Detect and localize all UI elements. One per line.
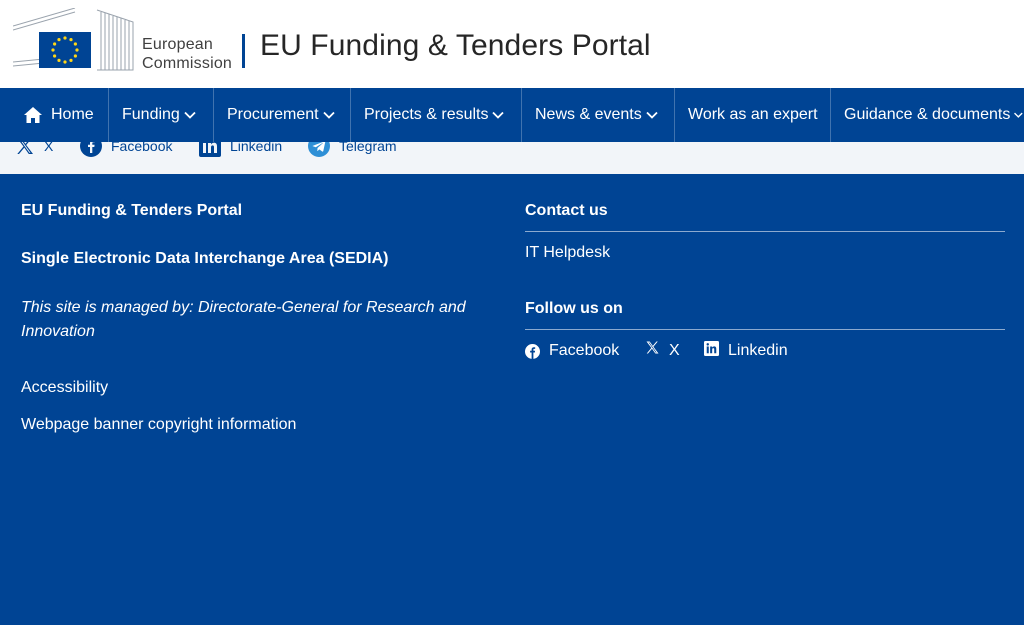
eu-star-icon — [69, 38, 73, 42]
share-x-link[interactable]: X — [15, 142, 53, 156]
nav-item-projects-results[interactable]: Projects & results — [351, 88, 522, 142]
eu-flag-icon — [12, 7, 137, 72]
contact-us-heading: Contact us — [525, 202, 608, 219]
follow-linkedin-link[interactable]: Linkedin — [704, 340, 788, 362]
share-label: X — [44, 142, 54, 154]
chevron-down-icon — [492, 111, 505, 119]
chevron-down-icon — [646, 111, 658, 119]
eu-star-icon — [53, 54, 57, 58]
share-label: Telegram — [339, 142, 397, 154]
telegram-icon — [308, 142, 330, 157]
it-helpdesk-link[interactable]: IT Helpdesk — [525, 244, 610, 262]
nav-label: Funding — [122, 106, 180, 123]
follow-label: Facebook — [549, 342, 620, 359]
european-commission-logo[interactable]: European Commission — [12, 7, 245, 73]
logo-line-commission: Commission — [142, 55, 233, 72]
follow-us-heading: Follow us on — [525, 300, 623, 317]
share-label: Linkedin — [230, 142, 283, 154]
linkedin-icon — [199, 142, 221, 157]
share-linkedin-link[interactable]: Linkedin — [199, 142, 283, 157]
chevron-down-icon — [1014, 112, 1023, 118]
footer-sedia-title: Single Electronic Data Interchange Area … — [21, 250, 389, 267]
eu-star-icon — [69, 58, 73, 62]
nav-label: Home — [51, 106, 94, 123]
nav-label: Projects & results — [364, 106, 489, 123]
nav-item-guidance-documents[interactable]: Guidance & documents — [831, 88, 1024, 142]
accessibility-link[interactable]: Accessibility — [21, 379, 108, 397]
chevron-down-icon — [184, 111, 196, 119]
nav-item-home[interactable]: Home — [10, 88, 109, 142]
logo-divider — [242, 34, 245, 68]
facebook-icon — [525, 343, 540, 359]
follow-label: X — [669, 342, 680, 359]
share-label: Facebook — [111, 142, 173, 154]
main-navigation: Home Funding Procurement Projects & resu… — [0, 88, 1024, 142]
share-facebook-link[interactable]: Facebook — [80, 142, 173, 157]
nav-label: Guidance & documents — [844, 106, 1011, 123]
nav-item-procurement[interactable]: Procurement — [214, 88, 351, 142]
logo-line-european: European — [142, 36, 213, 53]
eu-star-icon — [57, 38, 61, 42]
nav-item-funding[interactable]: Funding — [109, 88, 214, 142]
nav-label: News & events — [535, 106, 642, 123]
eu-star-icon — [75, 48, 79, 52]
follow-x-link[interactable]: X — [645, 340, 680, 362]
eu-star-icon — [63, 60, 67, 64]
site-header: European Commission EU Funding & Tenders… — [0, 0, 1024, 88]
eu-star-icon — [73, 54, 77, 58]
site-footer: EU Funding & Tenders Portal Single Elect… — [0, 174, 1024, 625]
eu-star-icon — [53, 42, 57, 46]
banner-copyright-link[interactable]: Webpage banner copyright information — [21, 416, 296, 434]
x-icon — [646, 341, 659, 353]
eu-star-icon — [51, 48, 55, 52]
page-title: EU Funding & Tenders Portal — [260, 29, 651, 62]
share-telegram-link[interactable]: Telegram — [308, 142, 397, 157]
footer-managed-by: This site is managed by: Directorate-Gen… — [21, 299, 466, 340]
logo-wordmark: European Commission — [142, 35, 232, 73]
follow-divider — [525, 329, 1005, 330]
eu-star-icon — [73, 42, 77, 46]
x-icon — [17, 142, 33, 154]
eu-star-icon — [57, 58, 61, 62]
linkedin-icon — [704, 340, 719, 356]
nav-item-work-as-expert[interactable]: Work as an expert — [675, 88, 831, 142]
eu-star-icon — [63, 36, 67, 40]
follow-label: Linkedin — [728, 342, 788, 359]
nav-item-news-events[interactable]: News & events — [522, 88, 675, 142]
footer-portal-title: EU Funding & Tenders Portal — [21, 202, 243, 219]
nav-label: Procurement — [227, 106, 319, 123]
nav-label: Work as an expert — [688, 106, 818, 123]
social-share-strip: X Facebook Linkedin Telegram — [0, 142, 1024, 174]
home-icon — [24, 107, 42, 123]
contact-divider — [525, 231, 1005, 232]
chevron-down-icon — [322, 111, 335, 119]
facebook-icon — [80, 142, 102, 157]
follow-facebook-link[interactable]: Facebook — [525, 340, 619, 362]
